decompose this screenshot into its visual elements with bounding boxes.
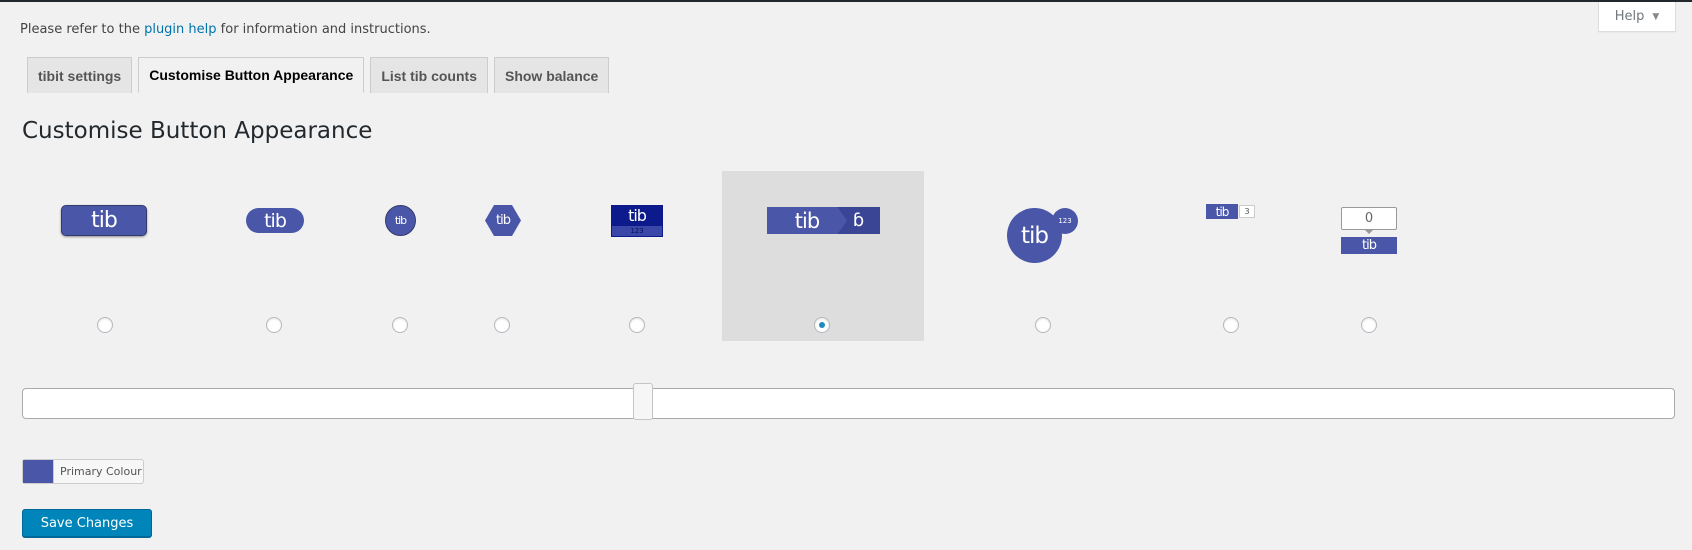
style-radio-3[interactable] [392,317,408,333]
tab-tibit-settings[interactable]: tibit settings [27,57,133,93]
tab-bar: tibit settings Customise Button Appearan… [27,57,610,93]
tib-count-bubble: 0 [1341,207,1397,230]
tib-logo-text: tib [496,213,511,228]
colour-picker-label: Primary Colour [60,465,142,478]
tib-count: 123 [1052,208,1078,234]
style-radio-6[interactable] [814,317,830,333]
button-style-option-6[interactable]: tib ɓ [722,171,924,341]
primary-colour-picker[interactable]: Primary Colour [22,459,144,484]
button-style-option-9[interactable]: 0 tib [1330,171,1410,341]
tab-list-tib-counts[interactable]: List tib counts [370,57,488,93]
button-preview: tib 3 [1196,171,1266,281]
caret-down-icon: ▼ [1652,11,1660,22]
button-style-option-2[interactable]: tib [215,171,335,341]
save-changes-button[interactable]: Save Changes [22,509,152,537]
style-radio-7[interactable] [1035,317,1051,333]
button-preview: tib [40,171,170,281]
button-preview: tib [470,171,535,281]
button-preview: tib 123 [597,171,677,281]
help-button[interactable]: Help ▼ [1598,2,1676,32]
tib-logo-text: tib [1020,222,1049,249]
tib-count: 3 [1239,205,1255,218]
colour-swatch [23,460,54,483]
tib-logo-text: tib [1215,204,1230,219]
tib-logo-text: tib [91,208,118,233]
button-preview: tib [215,171,335,281]
tib-logo-text: tib [394,214,407,227]
style-radio-4[interactable] [494,317,510,333]
plugin-help-link[interactable]: plugin help [144,22,216,37]
tib-logo-text: tib [794,208,820,233]
tib-count: 123 [612,226,662,236]
style-radio-1[interactable] [97,317,113,333]
style-radio-5[interactable] [629,317,645,333]
style-radio-8[interactable] [1223,317,1239,333]
button-preview: tib ɓ [722,171,924,281]
size-slider-track[interactable] [22,388,1675,419]
tib-logo-text: tib [1362,238,1377,253]
help-notice: Please refer to the plugin help for info… [20,22,431,37]
button-style-option-3[interactable]: tib [365,171,435,341]
button-style-option-1[interactable]: tib [40,171,170,341]
style-radio-2[interactable] [266,317,282,333]
button-preview: 0 tib [1330,171,1410,281]
notice-prefix: Please refer to the [20,22,145,37]
page-title: Customise Button Appearance [22,118,373,144]
button-style-options: tib tib tib tib tib 123 tib ɓ tib 123 ti… [0,171,1692,341]
notice-suffix: for information and instructions. [216,22,431,37]
bubble-pointer [1364,229,1374,234]
tib-b-icon: ɓ [852,210,864,231]
button-style-option-5[interactable]: tib 123 [597,171,677,341]
tab-customise-button-appearance[interactable]: Customise Button Appearance [138,57,365,93]
button-style-option-7[interactable]: tib 123 [995,171,1090,341]
size-slider-handle[interactable] [633,383,653,420]
tib-logo-text: tib [628,206,647,225]
button-preview: tib [365,171,435,281]
tab-show-balance[interactable]: Show balance [493,57,610,93]
button-style-option-8[interactable]: tib 3 [1196,171,1266,341]
button-preview: tib 123 [995,171,1090,281]
style-radio-9[interactable] [1361,317,1377,333]
help-label: Help [1614,9,1645,24]
tib-logo-text: tib [264,209,287,232]
button-style-option-4[interactable]: tib [470,171,535,341]
